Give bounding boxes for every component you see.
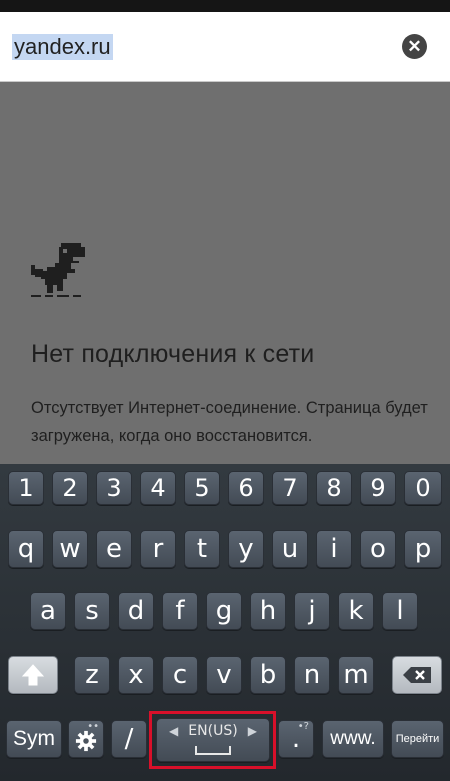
key-f[interactable]: f: [162, 592, 198, 630]
key-n[interactable]: n: [294, 656, 330, 694]
key-5[interactable]: 5: [184, 471, 220, 505]
key-1[interactable]: 1: [8, 471, 44, 505]
close-circle-icon[interactable]: ✕: [402, 34, 427, 59]
key-0[interactable]: 0: [404, 471, 442, 505]
key-p[interactable]: p: [404, 530, 442, 568]
key-i[interactable]: i: [316, 530, 352, 568]
sym-key[interactable]: Sym: [6, 720, 62, 758]
shift-arrow-icon: [21, 664, 45, 686]
error-message: Отсутствует Интернет-соединение. Страниц…: [31, 399, 428, 445]
period-key[interactable]: •? .: [278, 720, 314, 758]
key-h[interactable]: h: [250, 592, 286, 630]
key-t[interactable]: t: [184, 530, 220, 568]
key-j[interactable]: j: [294, 592, 330, 630]
key-8[interactable]: 8: [316, 471, 352, 505]
key-3[interactable]: 3: [96, 471, 132, 505]
slash-key[interactable]: /: [111, 720, 147, 758]
www-key[interactable]: www.: [322, 720, 384, 758]
key-q[interactable]: q: [8, 530, 44, 568]
key-9[interactable]: 9: [360, 471, 396, 505]
key-b[interactable]: b: [250, 656, 286, 694]
key-m[interactable]: m: [338, 656, 374, 694]
key-c[interactable]: c: [162, 656, 198, 694]
key-6[interactable]: 6: [228, 471, 264, 505]
key-x[interactable]: x: [118, 656, 154, 694]
go-key[interactable]: Перейти: [391, 720, 444, 758]
key-y[interactable]: y: [228, 530, 264, 568]
backspace-icon: [403, 667, 431, 683]
status-bar: [0, 0, 450, 12]
key-v[interactable]: v: [206, 656, 242, 694]
url-input[interactable]: yandex.ru: [12, 34, 113, 60]
backspace-key[interactable]: [392, 656, 442, 694]
key-z[interactable]: z: [74, 656, 110, 694]
key-4[interactable]: 4: [140, 471, 176, 505]
settings-key[interactable]: ••: [68, 720, 104, 758]
key-e[interactable]: e: [96, 530, 132, 568]
error-title: Нет подключения к сети: [31, 340, 315, 368]
key-k[interactable]: k: [338, 592, 374, 630]
url-bar[interactable]: yandex.ru ✕: [0, 12, 450, 82]
key-a[interactable]: a: [30, 592, 66, 630]
space-key-highlight: [149, 711, 276, 769]
key-7[interactable]: 7: [272, 471, 308, 505]
key-l[interactable]: l: [382, 592, 418, 630]
mic-hint-icon: ••: [87, 721, 99, 732]
key-s[interactable]: s: [74, 592, 110, 630]
key-u[interactable]: u: [272, 530, 308, 568]
more-symbols-hint: •?: [297, 721, 309, 732]
key-g[interactable]: g: [206, 592, 242, 630]
key-r[interactable]: r: [140, 530, 176, 568]
shift-key[interactable]: [8, 656, 58, 694]
key-o[interactable]: o: [360, 530, 396, 568]
key-w[interactable]: w: [52, 530, 88, 568]
key-d[interactable]: d: [118, 592, 154, 630]
key-2[interactable]: 2: [52, 471, 88, 505]
offline-dino-icon: [31, 243, 85, 297]
